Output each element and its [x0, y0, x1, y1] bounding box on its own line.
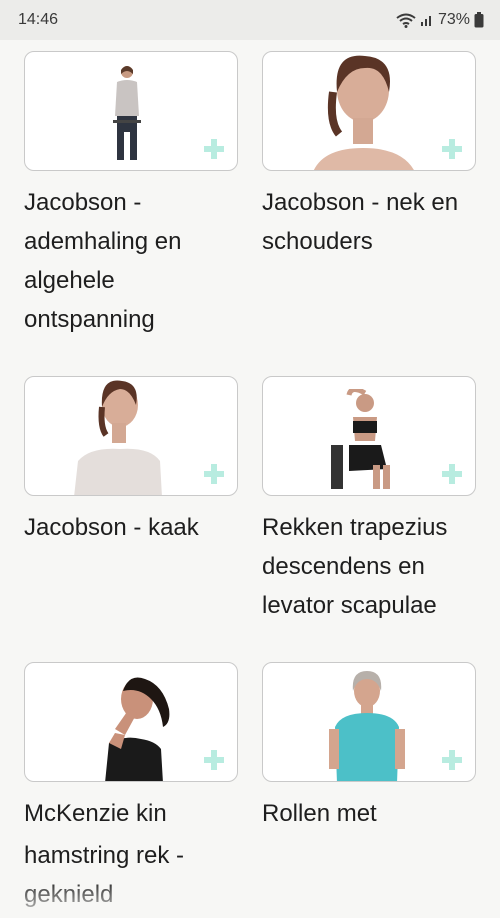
exercise-card-6[interactable] [262, 662, 476, 782]
exercise-title-4[interactable]: Rekken trapezius descendens en levator s… [262, 508, 462, 625]
status-icons: 73% [396, 11, 484, 29]
status-time: 14:46 [18, 11, 59, 28]
status-bar: 14:46 73% [0, 0, 500, 40]
exercise-title-3[interactable]: Jacobson - kaak [24, 508, 224, 547]
exercise-card-4[interactable] [262, 376, 476, 496]
exercise-title-6[interactable]: Rollen met [262, 794, 462, 833]
exercise-thumbnail [331, 389, 390, 489]
exercise-card-5[interactable] [24, 662, 238, 782]
exercise-thumbnail [329, 671, 405, 781]
signal-icon [420, 13, 434, 27]
add-plus-icon[interactable] [441, 463, 463, 485]
exercise-title-5[interactable]: McKenzie kin [24, 794, 224, 833]
exercise-title-2[interactable]: Jacobson - nek en schouders [262, 183, 462, 261]
exercise-thumbnail [314, 55, 414, 170]
add-plus-icon[interactable] [203, 749, 225, 771]
exercise-thumbnail [113, 66, 141, 160]
wifi-icon [396, 12, 416, 28]
scroll-fade [0, 878, 500, 918]
battery-icon [474, 12, 484, 28]
battery-text: 73% [437, 11, 470, 28]
exercise-title-1[interactable]: Jacobson - ademhaling en algehele ontspa… [24, 183, 224, 339]
add-plus-icon[interactable] [203, 138, 225, 160]
exercise-card-1[interactable] [24, 51, 238, 171]
exercise-thumbnail [105, 677, 170, 781]
exercise-card-2[interactable] [262, 51, 476, 171]
add-plus-icon[interactable] [203, 463, 225, 485]
exercise-thumbnail [74, 380, 162, 495]
add-plus-icon[interactable] [441, 749, 463, 771]
exercise-card-3[interactable] [24, 376, 238, 496]
add-plus-icon[interactable] [441, 138, 463, 160]
